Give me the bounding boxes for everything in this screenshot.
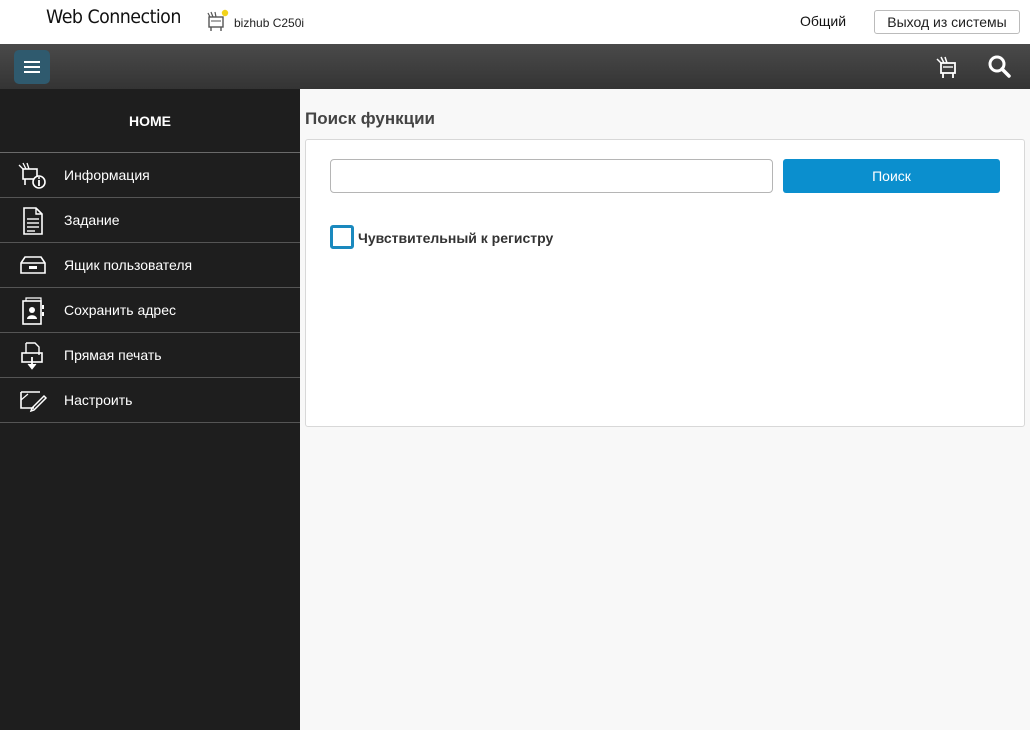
sidebar-item-job[interactable]: Задание (0, 198, 300, 243)
search-button[interactable]: Поиск (783, 159, 1000, 193)
menu-toggle-button[interactable] (14, 50, 50, 84)
sidebar-item-info[interactable]: Информация (0, 153, 300, 198)
sidebar-item-label: Информация (64, 167, 150, 183)
sidebar-item-user-box[interactable]: Ящик пользователя (0, 243, 300, 288)
printer-model-icon (207, 9, 229, 31)
box-tray-icon (20, 256, 46, 274)
printer-info-icon (18, 162, 46, 189)
direct-print-icon (21, 342, 43, 370)
top-header: Web Connection bizhub C250i Общий Выход … (0, 0, 1030, 44)
brand-logo: Web Connection (46, 6, 181, 28)
sidebar-item-save-address[interactable]: Сохранить адрес (0, 288, 300, 333)
page-title: Поиск функции (305, 109, 435, 128)
sidebar: HOME Информация Задание Ящик пользовател… (0, 89, 300, 730)
logout-button[interactable]: Выход из системы (874, 10, 1020, 34)
hamburger-icon (24, 61, 40, 63)
search-input[interactable] (330, 159, 773, 193)
address-book-icon (22, 297, 44, 325)
case-sensitive-label[interactable]: Чувствительный к регистру (358, 230, 553, 246)
sidebar-home[interactable]: HOME (0, 89, 300, 153)
sidebar-item-label: Сохранить адрес (64, 302, 176, 318)
search-panel: Поиск Чувствительный к регистру (305, 139, 1025, 427)
customize-icon (20, 391, 48, 413)
model-name: bizhub C250i (234, 16, 305, 30)
printer-status-icon[interactable] (933, 53, 961, 81)
sidebar-item-label: Задание (64, 212, 120, 228)
sidebar-item-direct-print[interactable]: Прямая печать (0, 333, 300, 378)
toolbar (0, 44, 1030, 89)
sidebar-item-label: Настроить (64, 392, 133, 408)
sidebar-item-customize[interactable]: Настроить (0, 378, 300, 423)
user-mode-label: Общий (800, 13, 847, 29)
sidebar-item-label: Прямая печать (64, 347, 162, 363)
case-sensitive-checkbox[interactable] (330, 225, 354, 249)
document-icon (23, 207, 43, 235)
search-icon[interactable] (986, 53, 1014, 81)
sidebar-item-label: Ящик пользователя (64, 257, 193, 273)
